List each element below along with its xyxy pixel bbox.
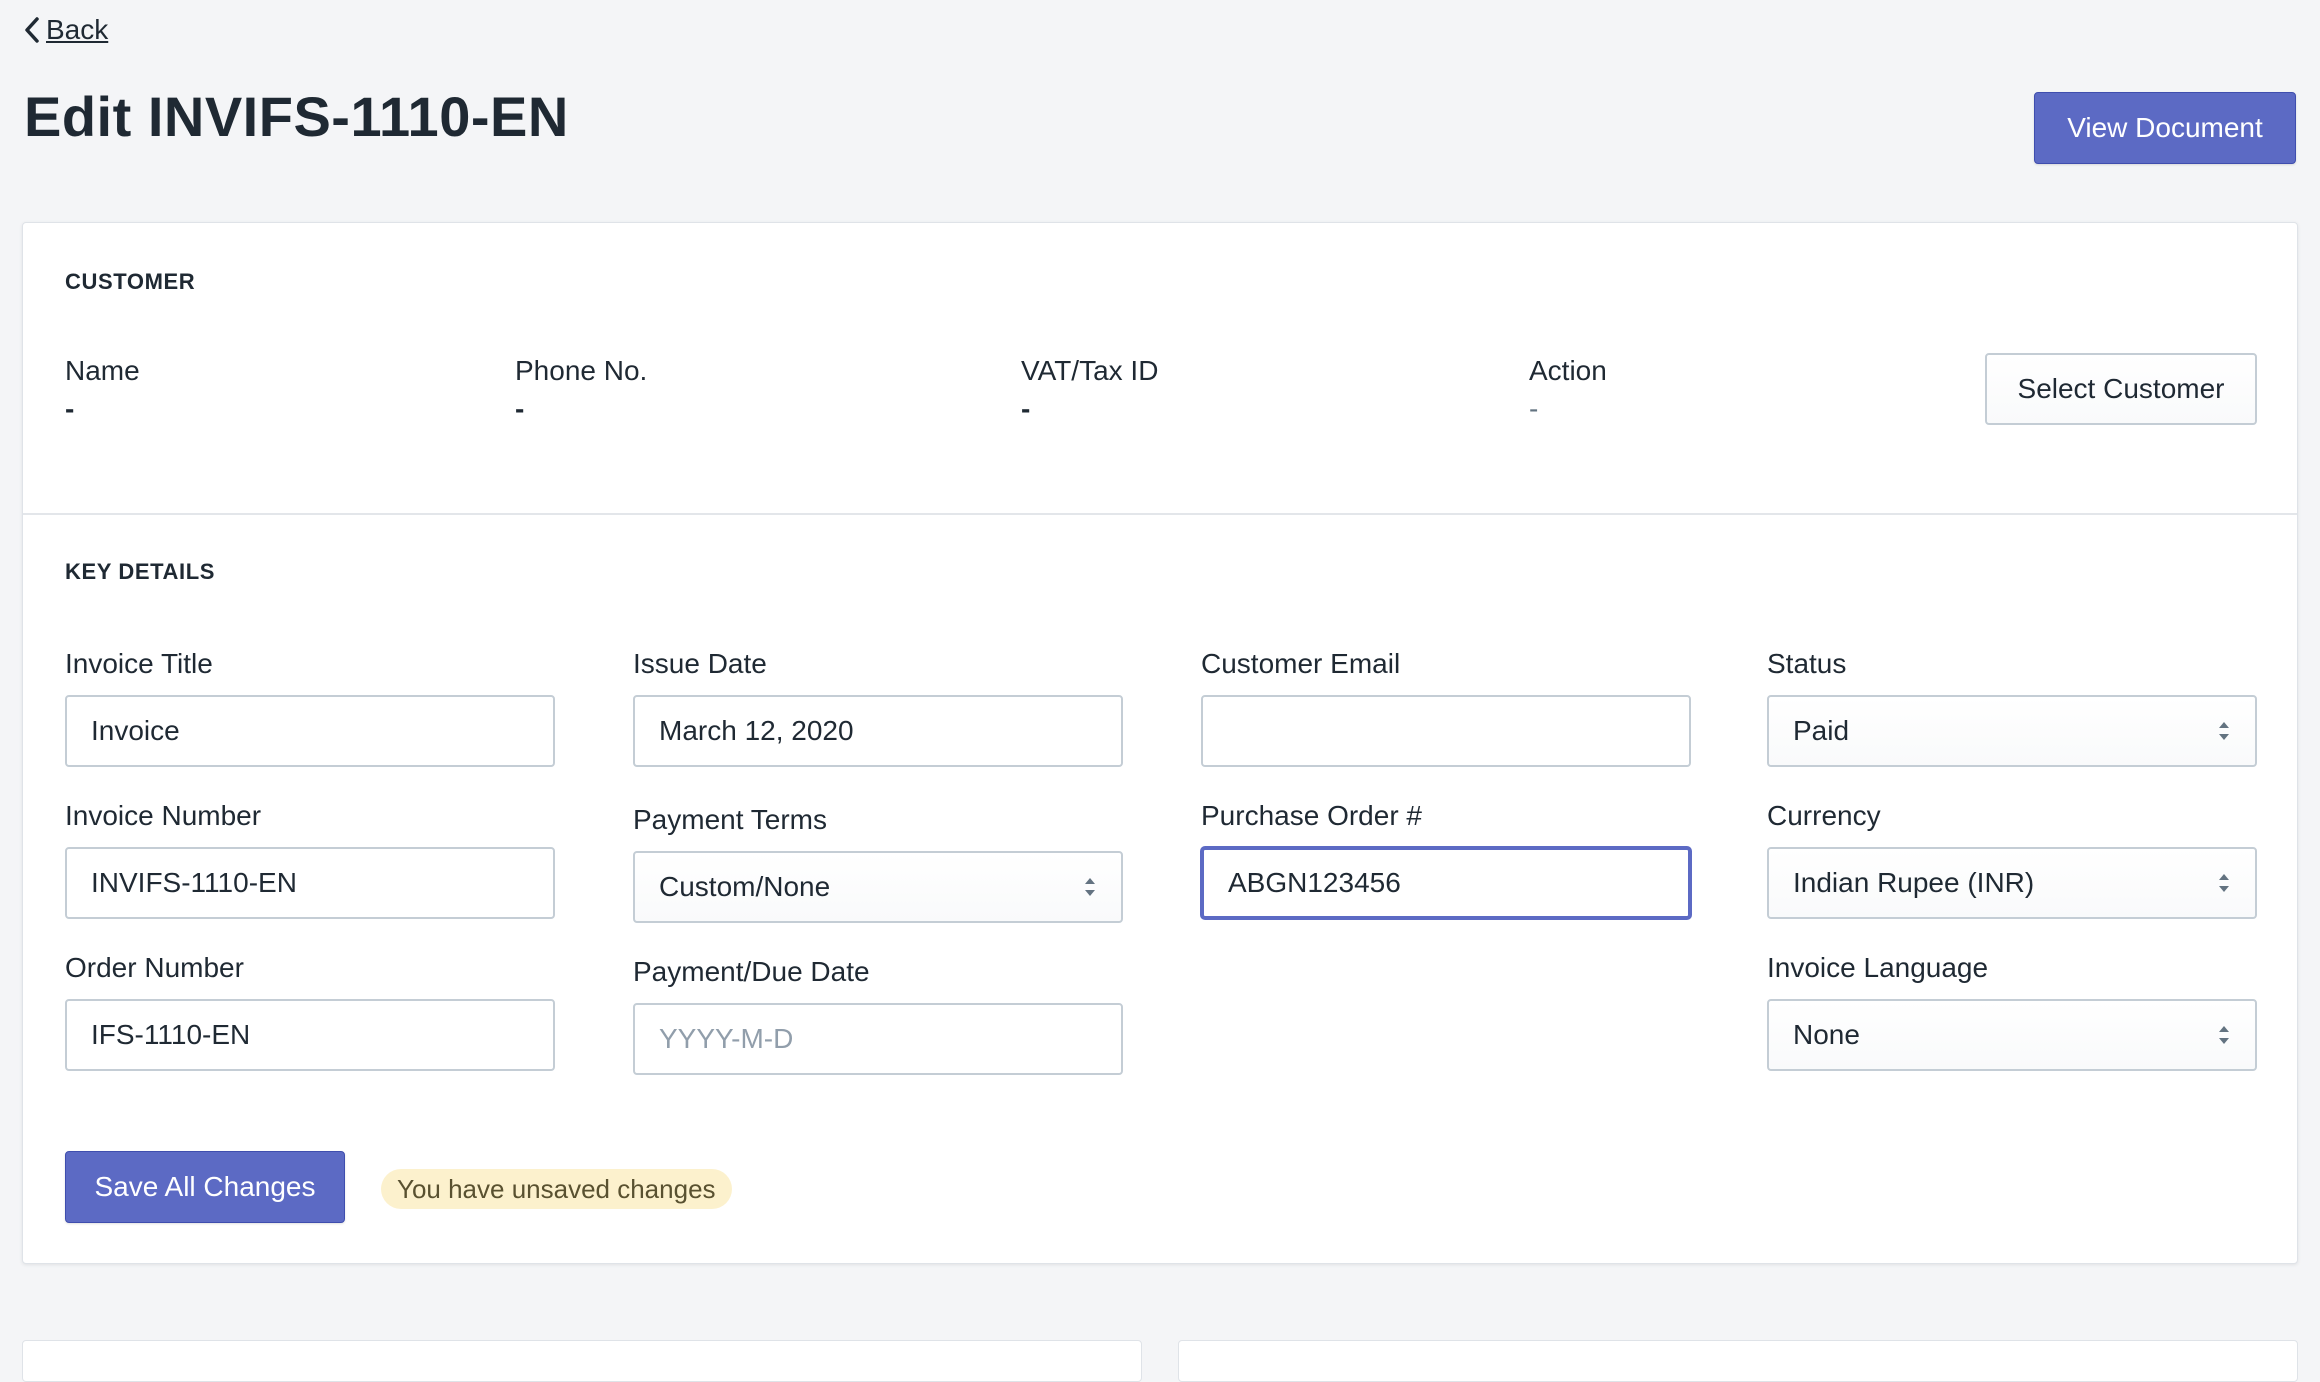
page-title: Edit INVIFS-1110-EN [24, 85, 569, 148]
invoice-edit-card: CUSTOMER Name - Phone No. - VAT/Tax ID -… [22, 222, 2298, 1264]
customer-email-label: Customer Email [1201, 648, 1401, 679]
invoice-number-label: Invoice Number [65, 800, 262, 831]
due-date-label: Payment/Due Date [633, 956, 870, 987]
currency-select[interactable]: Indian Rupee (INR) [1767, 847, 2257, 919]
due-date-input[interactable] [633, 1003, 1123, 1075]
payment-terms-select[interactable]: Custom/None [633, 851, 1123, 923]
back-link[interactable]: Back [24, 14, 108, 46]
customer-vat-block: VAT/Tax ID - [1021, 355, 1158, 425]
invoice-number-field: Invoice Number [65, 799, 555, 919]
customer-name-value: - [65, 393, 75, 424]
select-arrows-icon [2219, 874, 2229, 892]
customer-vat-value: - [1021, 393, 1031, 424]
purchase-order-input[interactable] [1201, 847, 1691, 919]
customer-phone-block: Phone No. - [515, 355, 647, 425]
status-value: Paid [1793, 715, 1850, 746]
select-arrows-icon [2219, 1026, 2229, 1044]
customer-name-block: Name - [65, 355, 140, 425]
select-customer-button[interactable]: Select Customer [1985, 353, 2257, 425]
purchase-order-label: Purchase Order # [1201, 800, 1422, 831]
issue-date-input[interactable] [633, 695, 1123, 767]
currency-label: Currency [1767, 800, 1881, 831]
customer-email-input[interactable] [1201, 695, 1691, 767]
payment-terms-label: Payment Terms [633, 804, 827, 835]
select-arrows-icon [2219, 722, 2229, 740]
customer-phone-label: Phone No. [515, 355, 648, 386]
customer-email-field: Customer Email [1201, 647, 1691, 767]
key-details-section-heading: KEY DETAILS [65, 559, 216, 584]
invoice-language-field: Invoice Language None [1767, 951, 2257, 1071]
status-label: Status [1767, 648, 1847, 679]
issue-date-field: Issue Date [633, 647, 1123, 767]
order-number-input[interactable] [65, 999, 555, 1071]
customer-action-value: - [1529, 393, 1539, 424]
select-arrows-icon [1085, 878, 1095, 896]
save-all-changes-button[interactable]: Save All Changes [65, 1151, 345, 1223]
payment-terms-value: Custom/None [659, 871, 831, 902]
view-document-button[interactable]: View Document [2034, 92, 2296, 164]
lower-card-left [22, 1340, 1142, 1382]
customer-phone-value: - [515, 393, 525, 424]
invoice-language-value: None [1793, 1019, 1860, 1050]
status-field: Status Paid [1767, 647, 2257, 767]
order-number-label: Order Number [65, 952, 244, 983]
invoice-title-label: Invoice Title [65, 648, 213, 679]
due-date-field: Payment/Due Date [633, 955, 1123, 1075]
invoice-title-input[interactable] [65, 695, 555, 767]
invoice-title-field: Invoice Title [65, 647, 555, 767]
customer-section-heading: CUSTOMER [65, 269, 196, 294]
invoice-language-select[interactable]: None [1767, 999, 2257, 1071]
chevron-left-icon [25, 17, 39, 43]
customer-name-label: Name [65, 355, 140, 386]
customer-action-block: Action - [1529, 355, 1607, 425]
invoice-number-input[interactable] [65, 847, 555, 919]
order-number-field: Order Number [65, 951, 555, 1071]
lower-card-right [1178, 1340, 2298, 1382]
currency-field: Currency Indian Rupee (INR) [1767, 799, 2257, 919]
issue-date-label: Issue Date [633, 648, 767, 679]
purchase-order-field: Purchase Order # [1201, 799, 1691, 919]
status-select[interactable]: Paid [1767, 695, 2257, 767]
unsaved-changes-badge: You have unsaved changes [381, 1169, 732, 1209]
section-divider [23, 513, 2297, 515]
payment-terms-field: Payment Terms Custom/None [633, 803, 1123, 923]
invoice-language-label: Invoice Language [1767, 952, 1989, 983]
back-label[interactable]: Back [46, 14, 108, 46]
customer-vat-label: VAT/Tax ID [1021, 355, 1159, 386]
currency-value: Indian Rupee (INR) [1793, 867, 2035, 898]
customer-action-label: Action [1529, 355, 1607, 386]
